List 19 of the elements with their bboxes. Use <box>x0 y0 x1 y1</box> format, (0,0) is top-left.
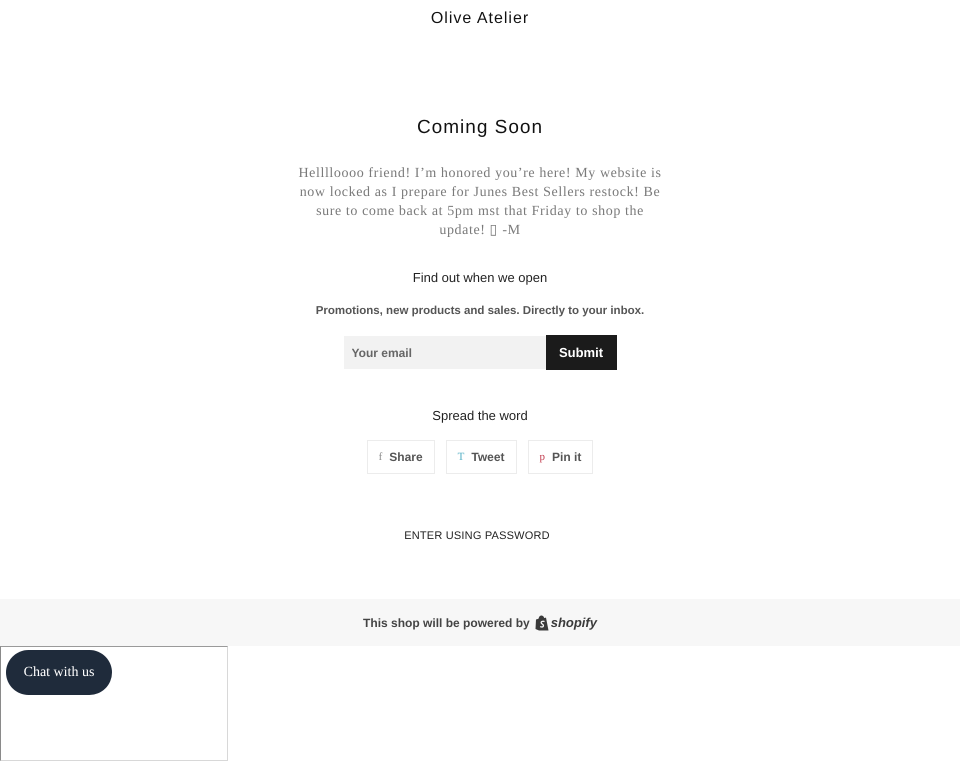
password-link[interactable]: ENTER USING PASSWORD <box>404 529 550 543</box>
letter-icon: f <box>378 452 382 462</box>
welcome-message: Helllloooo friend! I’m honored you’re here! My website is now locked as I prepare for Junes Best Sellers restock! Be sure to come back at 5pm mst that Friday to shop the update! ▯ -M <box>297 165 663 240</box>
share-heading: Spread the word <box>432 408 528 424</box>
letter-icon: p <box>540 452 546 462</box>
chat-button[interactable]: Chat with us <box>6 650 112 695</box>
shopify-link[interactable]: shopify <box>534 614 597 630</box>
signup-subheading: Promotions, new products and sales. Directly to your inbox. <box>316 304 644 319</box>
shopping-bag-icon <box>534 614 549 630</box>
letter-icon: T <box>458 452 464 462</box>
share-button[interactable]: T Tweet <box>446 440 517 474</box>
powered-by-text: This shop will be powered by <box>363 616 530 630</box>
store-title: Olive Atelier <box>430 9 530 29</box>
page-heading: Coming Soon <box>416 116 544 140</box>
share-button[interactable]: f Share <box>366 440 435 474</box>
share-button[interactable]: p Pin it <box>528 440 594 474</box>
submit-button[interactable]: Submit <box>546 335 616 370</box>
signup-heading: Find out when we open <box>412 270 548 286</box>
email-field[interactable]: Your email <box>344 336 546 369</box>
